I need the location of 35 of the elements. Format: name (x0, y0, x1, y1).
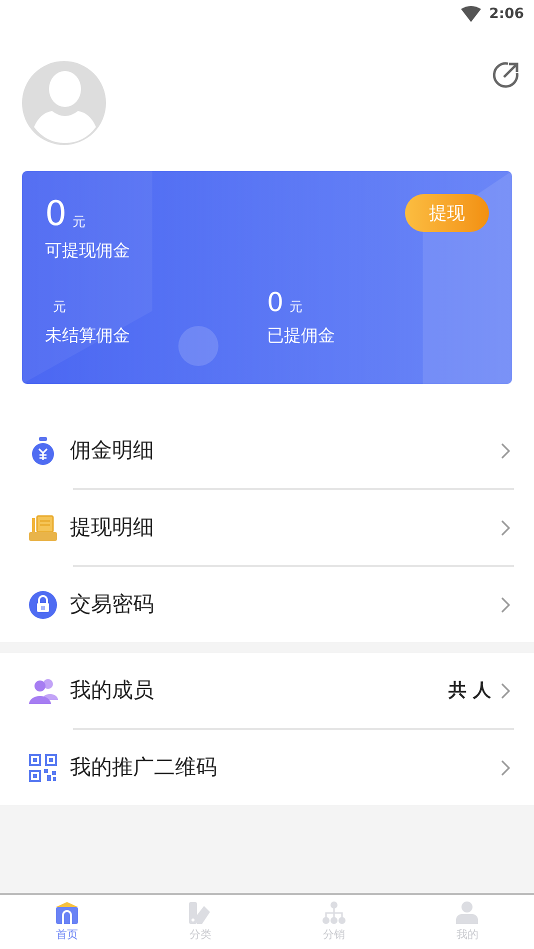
currency-unit: 元 (290, 301, 303, 314)
chevron-right-icon (501, 682, 510, 698)
menu-item[interactable]: 交易密码 (0, 567, 534, 642)
currency-unit: 元 (53, 301, 66, 314)
member-count: 共 人 (448, 679, 491, 703)
balance-label: 已提佣金 (267, 326, 335, 348)
balance-label: 可提现佣金 (45, 241, 130, 262)
currency-unit: 元 (72, 216, 86, 229)
chevron-right-icon (501, 760, 510, 776)
menu-label: 我的成员 (70, 676, 155, 704)
lock-icon (28, 590, 58, 620)
balance-amount: 0 (267, 290, 284, 316)
home-icon (54, 900, 79, 925)
menu-item[interactable]: 提现明细 (0, 490, 534, 565)
qr-code-icon (28, 752, 58, 782)
menu-label: 提现明细 (70, 514, 155, 541)
balance-amount: 0 (45, 197, 67, 231)
share-icon (491, 60, 521, 90)
chevron-right-icon (501, 596, 510, 612)
menu-item[interactable]: 我的成员 共 人 (0, 653, 534, 728)
hierarchy-icon (322, 900, 346, 925)
menu-label: 交易密码 (70, 590, 155, 618)
document-tray-icon (28, 512, 58, 542)
decorative-circle (178, 326, 218, 366)
menu-label: 我的推广二维码 (70, 754, 218, 781)
clock-time: 2:06 (489, 4, 524, 24)
chevron-right-icon (501, 442, 510, 458)
category-icon (188, 900, 212, 925)
menu-item[interactable]: 佣金明细 (0, 413, 534, 488)
person-icon (455, 900, 480, 925)
chevron-right-icon (501, 520, 510, 536)
menu-item[interactable]: 我的推广二维码 (0, 730, 534, 805)
wifi-icon (461, 6, 482, 22)
menu-label: 佣金明细 (70, 436, 155, 464)
balance-label: 未结算佣金 (45, 326, 130, 348)
